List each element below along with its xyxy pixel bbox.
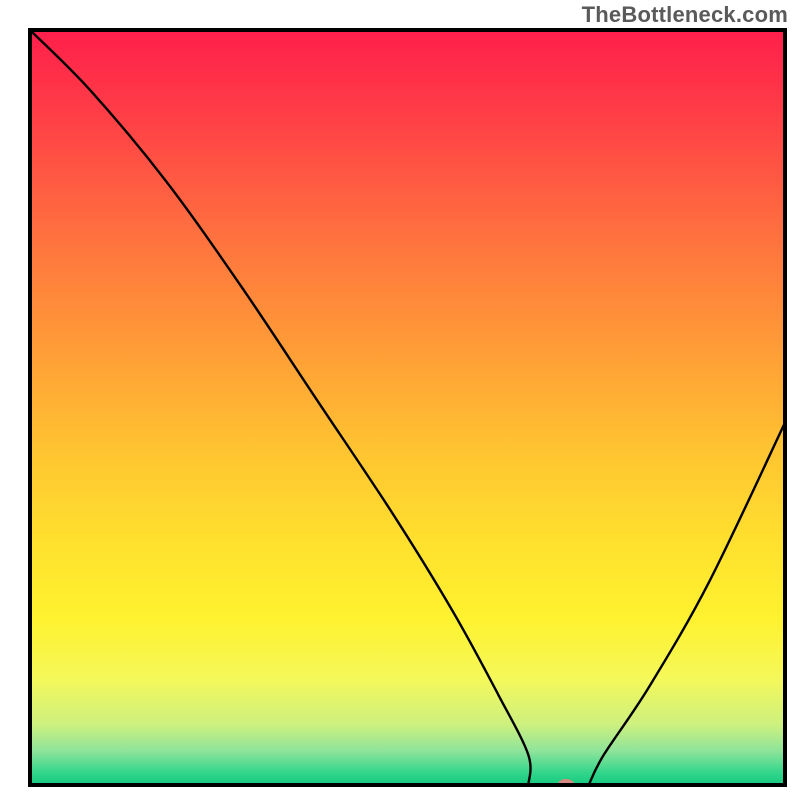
bottleneck-chart bbox=[0, 0, 800, 800]
gradient-background bbox=[30, 30, 785, 785]
plot-area bbox=[30, 30, 785, 789]
chart-container: { "attribution": "TheBottleneck.com", "f… bbox=[0, 0, 800, 800]
